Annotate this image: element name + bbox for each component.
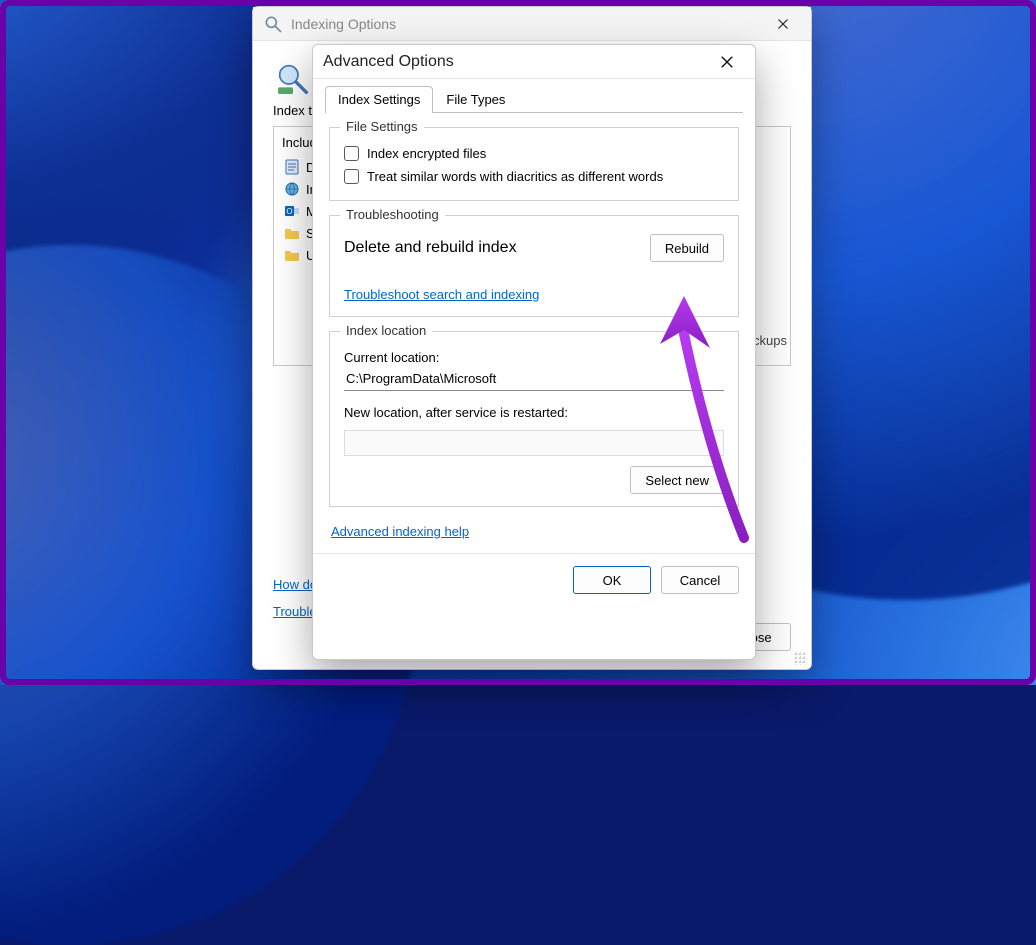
- index-location-group: Index location Current location: New loc…: [329, 331, 739, 507]
- index-location-legend: Index location: [340, 323, 432, 338]
- advanced-title: Advanced Options: [323, 53, 454, 71]
- indexing-title: Indexing Options: [291, 16, 396, 32]
- tab-index-settings[interactable]: Index Settings: [325, 86, 433, 113]
- select-new-button[interactable]: Select new: [630, 466, 724, 494]
- tab-strip: Index Settings File Types: [325, 85, 743, 113]
- delete-rebuild-label: Delete and rebuild index: [344, 239, 517, 257]
- globe-icon: [284, 181, 300, 197]
- new-location-field[interactable]: [344, 430, 724, 456]
- checkbox-unchecked-icon[interactable]: [344, 146, 359, 161]
- indexing-icon: [263, 14, 283, 34]
- troubleshoot-search-link[interactable]: Troubleshoot search and indexing: [344, 287, 539, 302]
- checkbox-unchecked-icon[interactable]: [344, 169, 359, 184]
- outlook-icon: O: [284, 203, 300, 219]
- index-encrypted-label: Index encrypted files: [367, 146, 486, 161]
- advanced-options-dialog: Advanced Options Index Settings File Typ…: [312, 44, 756, 660]
- index-encrypted-checkbox-row[interactable]: Index encrypted files: [344, 142, 724, 165]
- svg-text:O: O: [286, 207, 292, 216]
- troubleshooting-group: Troubleshooting Delete and rebuild index…: [329, 215, 739, 317]
- file-settings-legend: File Settings: [340, 119, 424, 134]
- diacritics-checkbox-row[interactable]: Treat similar words with diacritics as d…: [344, 165, 724, 188]
- indexing-large-icon: [273, 59, 313, 99]
- current-location-field[interactable]: [344, 367, 724, 391]
- resize-grip[interactable]: [793, 651, 807, 665]
- indexing-titlebar[interactable]: Indexing Options: [253, 7, 811, 41]
- document-icon: [284, 159, 300, 175]
- rebuild-button[interactable]: Rebuild: [650, 234, 724, 262]
- current-location-label: Current location:: [344, 346, 724, 367]
- tab-file-types[interactable]: File Types: [433, 86, 518, 113]
- dialog-button-row: OK Cancel: [313, 553, 755, 606]
- troubleshooting-legend: Troubleshooting: [340, 207, 445, 222]
- folder-icon: [284, 225, 300, 241]
- advanced-indexing-help-link[interactable]: Advanced indexing help: [331, 524, 469, 539]
- folder-icon: [284, 247, 300, 263]
- new-location-label: New location, after service is restarted…: [344, 401, 724, 422]
- diacritics-label: Treat similar words with diacritics as d…: [367, 169, 663, 184]
- file-settings-group: File Settings Index encrypted files Trea…: [329, 127, 739, 201]
- indexing-close-button[interactable]: [765, 10, 801, 38]
- partial-text-right: ckups: [753, 333, 787, 348]
- cancel-button[interactable]: Cancel: [661, 566, 739, 594]
- advanced-titlebar[interactable]: Advanced Options: [313, 45, 755, 79]
- ok-button[interactable]: OK: [573, 566, 651, 594]
- advanced-close-button[interactable]: [709, 48, 745, 76]
